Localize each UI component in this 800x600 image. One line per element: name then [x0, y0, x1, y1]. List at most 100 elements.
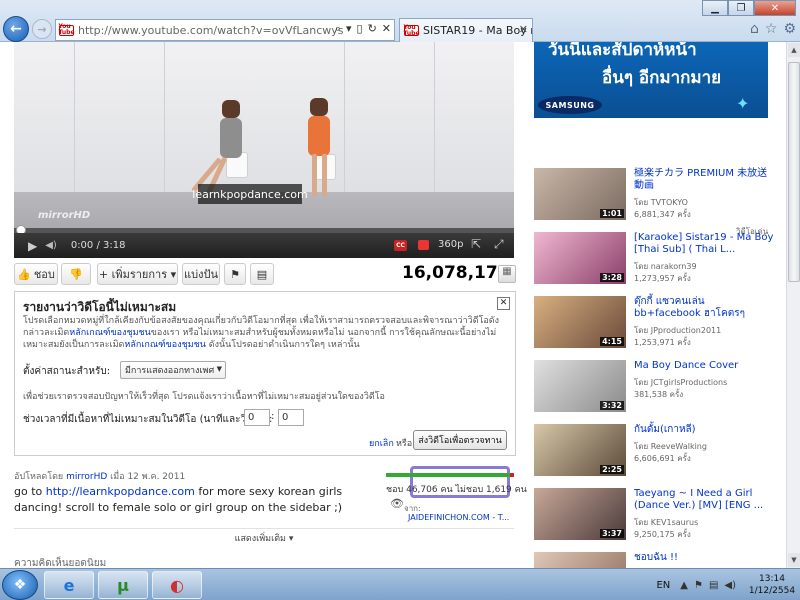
- favorites-star-icon[interactable]: ☆: [765, 21, 778, 37]
- comments-heading: ความคิดเห็นยอดนิยม: [14, 558, 107, 568]
- player-controls: ▶ ◀) 0:00 / 3:18 CC 360p ⇱ ⤢: [14, 233, 514, 258]
- related-title[interactable]: Ma Boy Dance Cover: [634, 360, 774, 372]
- action-center-icon[interactable]: ⚑: [694, 580, 703, 591]
- related-title[interactable]: ตุ๊กกี้ แซวคนเล่น bb+facebook ฮาโคตรๆ: [634, 296, 774, 320]
- related-title[interactable]: [Karaoke] Sistar19 - Ma Boy [Thai Sub] (…: [634, 232, 774, 256]
- browser-tab[interactable]: You Tube SISTAR19 - Ma Boy mirrore... ✕: [399, 18, 533, 42]
- related-title[interactable]: กันดั้ม(เกาหลี): [634, 424, 774, 436]
- dancer-head: [310, 98, 328, 116]
- stop-icon[interactable]: ✕: [382, 22, 391, 36]
- advertisement-banner[interactable]: วันนี้และสัปดาห์หน้า อื่นๆ อีกมากมาย SAM…: [534, 42, 768, 118]
- related-video[interactable]: 1:01 極楽チカラ PREMIUM 未放送動画 โดย TVTOKYO 6,8…: [534, 168, 774, 224]
- home-icon[interactable]: ⌂: [750, 21, 759, 37]
- taskbar-utorrent[interactable]: µ: [98, 571, 148, 599]
- thumbs-up-icon: 👍: [17, 267, 31, 281]
- utorrent-icon: µ: [117, 575, 129, 595]
- address-bar[interactable]: You Tube http://www.youtube.com/watch?v=…: [55, 19, 395, 41]
- volume-icon[interactable]: ◀): [45, 240, 57, 251]
- network-icon[interactable]: ▤: [709, 580, 718, 591]
- duration-badge: 4:15: [600, 337, 624, 346]
- related-title[interactable]: 極楽チカラ PREMIUM 未放送動画: [634, 168, 774, 192]
- scroll-down-icon[interactable]: ▼: [788, 553, 800, 567]
- related-video[interactable]: 3:37 Taeyang ~ I Need a Girl (Dance Ver.…: [534, 488, 774, 544]
- community-guidelines-link[interactable]: หลักเกณฑ์ของชุมชน: [124, 340, 206, 350]
- internet-explorer-icon: e: [63, 575, 75, 595]
- popout-icon[interactable]: ⇱: [471, 237, 481, 251]
- related-title[interactable]: ชอบฉัน !!: [634, 552, 774, 564]
- related-views: 381,538 ครั้ง: [634, 390, 684, 399]
- compatibility-icon[interactable]: ▯: [357, 22, 363, 36]
- quality-selector[interactable]: 360p: [438, 239, 463, 250]
- fullscreen-icon[interactable]: ⤢: [494, 237, 504, 252]
- community-guidelines-link[interactable]: หลักเกณฑ์ของชุมชน: [69, 328, 151, 338]
- telecom-logo-icon: ✦: [736, 94, 750, 113]
- scroll-thumb[interactable]: [788, 62, 800, 282]
- time-display: 0:00 / 3:18: [70, 240, 126, 251]
- close-window-button[interactable]: ✕: [754, 0, 796, 16]
- related-title[interactable]: Taeyang ~ I Need a Girl (Dance Ver.) [MV…: [634, 488, 774, 512]
- forward-button[interactable]: →: [32, 19, 52, 39]
- minutes-input[interactable]: 0: [244, 409, 270, 426]
- stats-icon[interactable]: ▦: [498, 265, 516, 283]
- transcript-button[interactable]: ▤: [250, 263, 274, 285]
- dislike-button[interactable]: 👎: [61, 263, 91, 285]
- video-thumbnail[interactable]: 3:32: [534, 360, 626, 412]
- uploader-link[interactable]: mirrorHD: [66, 472, 107, 482]
- app-icon: ◐: [170, 575, 184, 595]
- tray-arrow-icon[interactable]: ▲: [680, 580, 688, 591]
- scroll-up-icon[interactable]: ▲: [788, 43, 800, 57]
- video-thumbnail[interactable]: 2:25: [534, 424, 626, 476]
- seconds-input[interactable]: 0: [278, 409, 304, 426]
- dropdown-icon[interactable]: ▾: [346, 22, 352, 36]
- timestamp-label: ช่วงเวลาที่มีเนื้อหาที่ไม่เหมาะสมในวิดีโ…: [23, 414, 273, 425]
- samsung-logo: SAMSUNG: [538, 96, 602, 114]
- cancel-link[interactable]: ยกเลิก: [369, 436, 394, 450]
- submit-review-button[interactable]: ส่งวิดีโอเพื่อตรวจทาน: [413, 430, 507, 450]
- clock[interactable]: 13:14 1/12/2554: [748, 573, 796, 597]
- or-text: หรือ: [396, 439, 413, 449]
- close-icon[interactable]: ✕: [497, 297, 510, 310]
- captions-icon[interactable]: CC: [394, 240, 407, 251]
- add-to-button[interactable]: + เพิ่มรายการ ▾: [97, 263, 178, 285]
- browser-chrome: ← → You Tube http://www.youtube.com/watc…: [0, 0, 800, 42]
- show-more-button[interactable]: แสดงเพิ่มเติม ▾: [14, 528, 514, 544]
- referrer-link[interactable]: JAIDEFINICHON.COM - T...: [408, 513, 509, 522]
- related-video[interactable]: 3:32 Ma Boy Dance Cover โดย JCTgirlsProd…: [534, 360, 774, 416]
- settings-gear-icon[interactable]: ⚙: [783, 21, 796, 37]
- video-thumbnail[interactable]: 3:28: [534, 232, 626, 284]
- youtube-favicon-icon: You Tube: [403, 23, 420, 37]
- flag-button[interactable]: ⚑: [224, 263, 246, 285]
- report-description: โปรดเลือกหมวดหมู่ที่ใกล้เคียงกับข้อสงสัย…: [23, 316, 500, 350]
- reason-select[interactable]: มีการแสดงออกทางเพศ ▼: [120, 361, 226, 379]
- ad-subheadline: อื่นๆ อีกมากมาย: [602, 68, 722, 88]
- start-button[interactable]: ❖: [2, 570, 38, 600]
- video-thumbnail[interactable]: [534, 552, 626, 568]
- tab-close-icon[interactable]: ✕: [519, 23, 528, 36]
- annotations-icon[interactable]: [418, 240, 429, 250]
- video-thumbnail[interactable]: 4:15: [534, 296, 626, 348]
- back-button[interactable]: ←: [3, 16, 29, 42]
- windows-logo-icon: ❖: [13, 577, 27, 593]
- video-thumbnail[interactable]: 3:37: [534, 488, 626, 540]
- related-video[interactable]: ชอบฉัน !!: [534, 552, 774, 568]
- related-video[interactable]: 2:25 กันดั้ม(เกาหลี) โดย ReeveWalking 6,…: [534, 424, 774, 480]
- description-link[interactable]: http://learnkpopdance.com: [46, 485, 195, 498]
- taskbar-app[interactable]: ◐: [152, 571, 202, 599]
- minimize-button[interactable]: ▁: [702, 0, 728, 16]
- video-thumbnail[interactable]: 1:01: [534, 168, 626, 220]
- taskbar-internet-explorer[interactable]: e: [44, 571, 94, 599]
- video-player[interactable]: learnkpopdance.com mirrorHD ▶ ◀) 0:00 / …: [14, 42, 514, 258]
- restore-button[interactable]: ❐: [728, 0, 754, 16]
- like-button[interactable]: 👍 ชอบ: [14, 263, 58, 285]
- page-scrollbar[interactable]: ▲ ▼: [786, 42, 800, 568]
- refresh-icon[interactable]: ↻: [368, 22, 377, 36]
- web-page: learnkpopdance.com mirrorHD ▶ ◀) 0:00 / …: [0, 42, 786, 568]
- related-video[interactable]: 4:15 ตุ๊กกี้ แซวคนเล่น bb+facebook ฮาโคต…: [534, 296, 774, 352]
- play-icon[interactable]: ▶: [28, 239, 37, 253]
- volume-icon[interactable]: ◀): [724, 580, 736, 591]
- channel-watermark: mirrorHD: [38, 210, 91, 221]
- language-indicator[interactable]: EN: [656, 580, 670, 591]
- share-button[interactable]: แบ่งปัน: [182, 263, 220, 285]
- search-icon[interactable]: ⌕: [335, 22, 341, 36]
- related-video[interactable]: 3:28 [Karaoke] Sistar19 - Ma Boy [Thai S…: [534, 232, 774, 288]
